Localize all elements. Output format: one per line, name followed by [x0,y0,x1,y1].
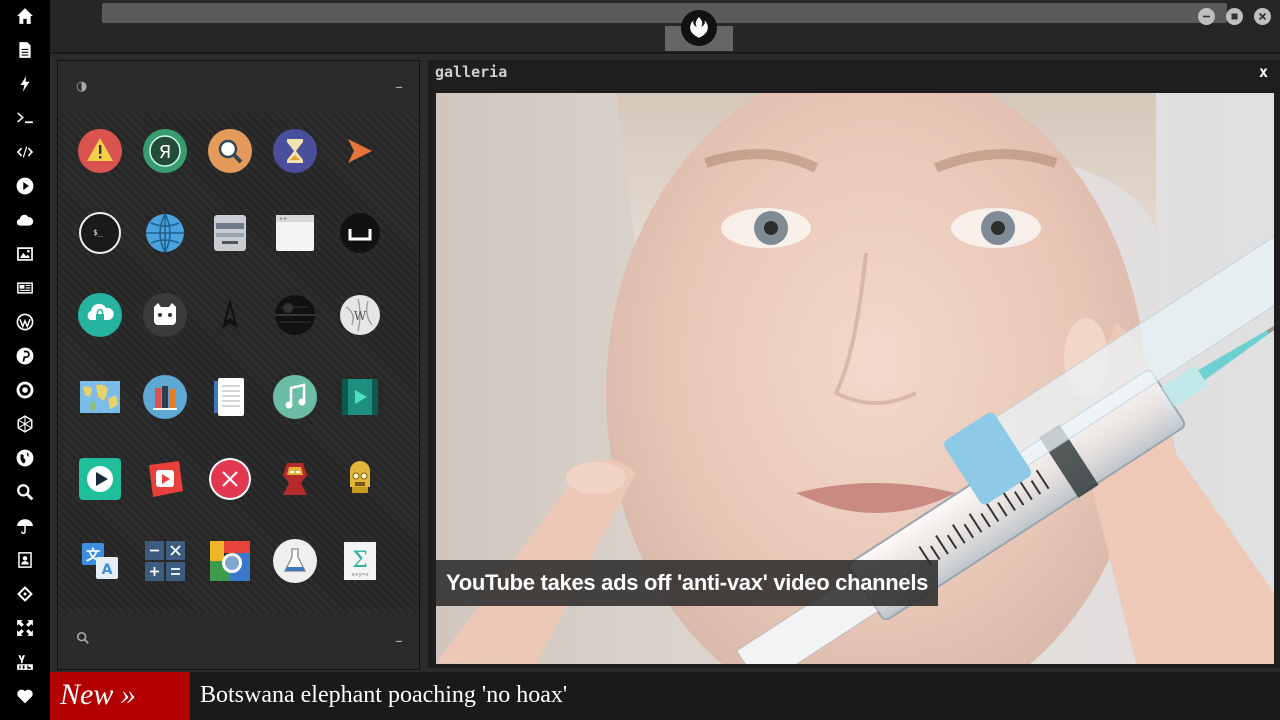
ticker-label: New » [50,672,190,720]
svg-text:W: W [354,309,367,323]
code-icon[interactable] [13,140,37,164]
expand-icon[interactable] [13,616,37,640]
iron-man-app-icon[interactable] [273,457,317,501]
search-icon[interactable] [76,631,90,649]
map-app-icon[interactable] [78,375,122,419]
formula-app-icon[interactable]: Σx+y=z [338,539,382,583]
launcher-minimize-button[interactable]: – [395,77,403,96]
calculator-app-icon[interactable] [143,539,187,583]
top-bar [50,0,1280,54]
git-icon[interactable] [13,582,37,606]
search-icon[interactable] [13,480,37,504]
gallery-title: galleria [435,63,508,81]
close-app-icon[interactable] [208,457,252,501]
gallery-caption[interactable]: YouTube takes ads off 'anti-vax' video c… [436,560,939,606]
github-app-icon[interactable] [143,293,187,337]
pinterest-icon[interactable] [13,344,37,368]
footer-minimize-button[interactable]: – [395,631,403,650]
sidebar [0,0,50,720]
terminal-icon[interactable] [13,106,37,130]
contrast-icon[interactable]: ◑ [76,79,87,94]
search-app-icon[interactable] [208,129,252,173]
globe-icon[interactable] [13,446,37,470]
app-grid: Я $_ W 文A Σx+y=z [58,113,419,613]
globe-app-icon[interactable] [143,211,187,255]
yandex-app-icon[interactable]: Я [143,129,187,173]
books-app-icon[interactable] [143,375,187,419]
translate-app-icon[interactable]: 文A [78,539,122,583]
c3po-app-icon[interactable] [338,457,382,501]
heart-icon[interactable] [13,684,37,708]
scanner-app-icon[interactable] [208,211,252,255]
maximize-icon[interactable] [1226,8,1243,25]
death-star-app-icon[interactable] [273,293,317,337]
video-app-icon[interactable] [338,375,382,419]
music-app-icon[interactable] [273,375,317,419]
notes-app-icon[interactable] [208,375,252,419]
gallery-close-button[interactable]: x [1259,63,1268,81]
launcher-footer: – [58,613,419,669]
window-app-icon[interactable] [273,211,317,255]
wikipedia-app-icon[interactable]: W [338,293,382,337]
document-icon[interactable] [13,38,37,62]
svg-text:Я: Я [159,142,172,163]
umbrella-icon[interactable] [13,514,37,538]
gallery-window: galleria x YouTube takes ads off 'anti-v… [428,60,1280,668]
close-icon[interactable] [1254,8,1271,25]
youtube-app-icon[interactable] [143,457,187,501]
cloud-lock-app-icon[interactable] [78,293,122,337]
hourglass-app-icon[interactable] [273,129,317,173]
bolt-icon[interactable] [13,72,37,96]
svg-text:x+y=z: x+y=z [352,572,369,578]
svg-text:Σ: Σ [352,548,368,573]
contact-icon[interactable] [13,548,37,572]
ticker-headline[interactable]: Botswana elephant poaching 'no hoax' [200,672,567,718]
minimize-icon[interactable] [1198,8,1215,25]
gallery-photo[interactable]: YouTube takes ads off 'anti-vax' video c… [436,93,1274,664]
network-icon[interactable] [13,412,37,436]
play-icon[interactable] [13,174,37,198]
cloud-icon[interactable] [13,208,37,232]
lab-app-icon[interactable] [273,539,317,583]
home-icon[interactable] [13,4,37,28]
app-launcher-panel: ◑ – Я $_ W 文A Σ x+y=z – [57,60,420,670]
warning-app-icon[interactable] [78,129,122,173]
svg-text:$_: $_ [93,228,103,237]
starfleet-app-icon[interactable] [208,293,252,337]
play-app-icon[interactable] [78,457,122,501]
launcher-header: ◑ – [58,61,419,113]
image-icon[interactable] [13,242,37,266]
news-ticker: New » Botswana elephant poaching 'no hoa… [50,672,1280,720]
rebel-icon[interactable] [13,378,37,402]
wordpress-icon[interactable] [13,310,37,334]
svg-text:A: A [102,562,113,578]
keyboard-app-icon[interactable] [338,211,382,255]
youtube-icon[interactable] [13,650,37,674]
terminal-app-icon[interactable]: $_ [78,211,122,255]
rebel-alliance-logo[interactable] [665,0,733,51]
newspaper-icon[interactable] [13,276,37,300]
forward-app-icon[interactable] [338,129,382,173]
photos-app-icon[interactable] [208,539,252,583]
